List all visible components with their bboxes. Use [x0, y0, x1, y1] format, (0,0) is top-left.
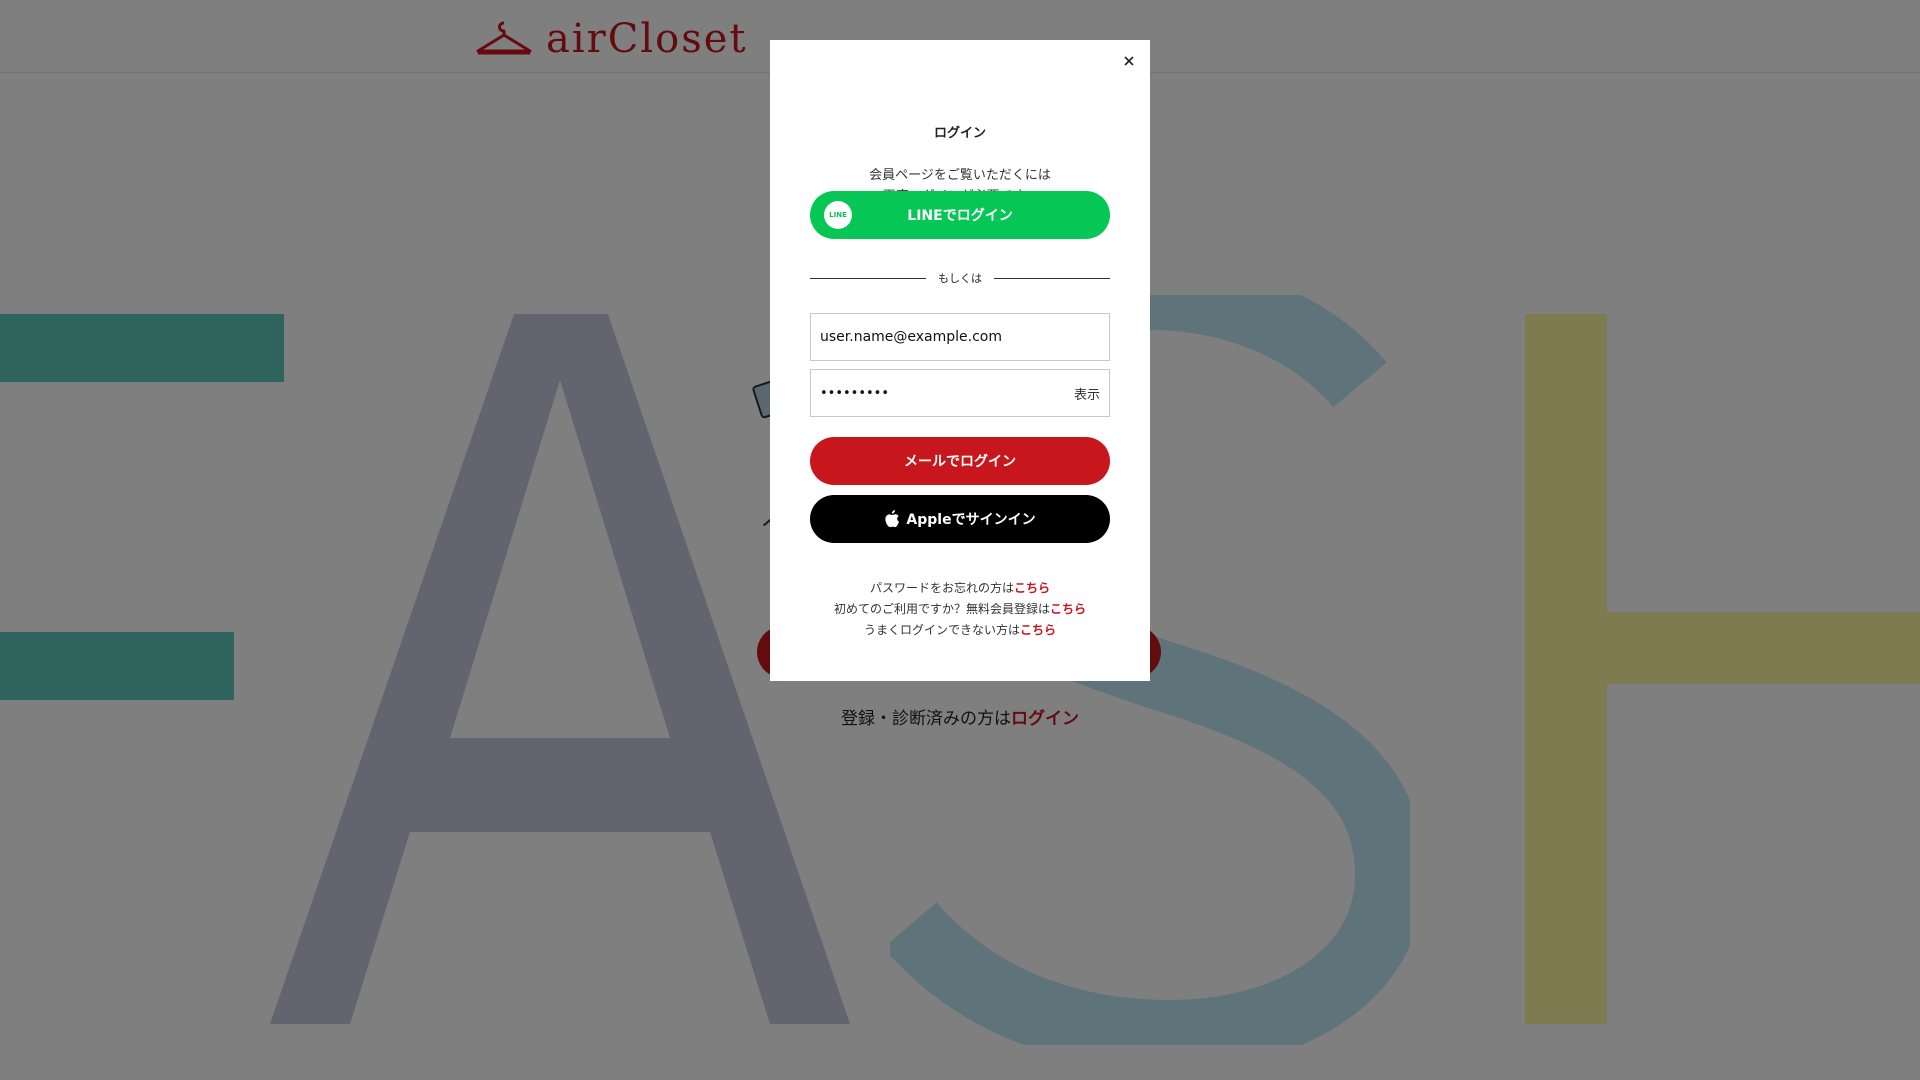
close-button[interactable] [1118, 50, 1140, 72]
divider-line-left [810, 277, 926, 279]
show-password-toggle[interactable]: 表示 [1074, 384, 1100, 403]
divider-text: もしくは [938, 272, 982, 285]
password-value: ••••••••• [820, 385, 890, 401]
modal-title: ログイン [933, 126, 986, 141]
password-field[interactable]: ••••••••• 表示 [810, 369, 1110, 417]
close-icon [1124, 56, 1134, 66]
apple-icon [884, 510, 900, 528]
login-trouble-text: うまくログインできない方は [863, 623, 1020, 637]
divider-line-right [994, 277, 1110, 279]
apple-signin-button[interactable]: Appleでサインイン [810, 495, 1110, 543]
mail-login-button[interactable]: メールでログイン [810, 437, 1110, 485]
or-divider: もしくは [810, 268, 1110, 288]
apple-signin-label: Appleでサインイン [906, 512, 1036, 528]
email-field[interactable]: user.name@example.com [810, 313, 1110, 361]
forgot-password-link[interactable]: パスワードをお忘れの方はこちら [770, 578, 1150, 599]
forgot-password-here[interactable]: こちら [1014, 581, 1050, 595]
login-trouble-link[interactable]: うまくログインできない方はこちら [770, 620, 1150, 641]
line-icon: LINE [824, 201, 852, 229]
forgot-password-text: パスワードをお忘れの方は [869, 581, 1014, 595]
signup-text: 初めてのご利用ですか？無料会員登録は [833, 602, 1050, 616]
login-modal: ログイン 会員ページをご覧いただくには 再度ログインが必要です。 LINE LI… [770, 40, 1150, 681]
line-login-label: LINEでログイン [907, 208, 1013, 224]
signup-link[interactable]: 初めてのご利用ですか？無料会員登録はこちら [770, 599, 1150, 620]
mail-login-label: メールでログイン [904, 454, 1016, 470]
signup-here[interactable]: こちら [1050, 602, 1086, 616]
email-value: user.name@example.com [820, 329, 1003, 345]
help-links: パスワードをお忘れの方はこちら 初めてのご利用ですか？無料会員登録はこちら うま… [770, 578, 1150, 641]
line-login-button[interactable]: LINE LINEでログイン [810, 191, 1110, 239]
description-line-1: 会員ページをご覧いただくには [869, 168, 1051, 183]
line-icon-label: LINE [829, 211, 847, 219]
login-trouble-here[interactable]: こちら [1020, 623, 1056, 637]
